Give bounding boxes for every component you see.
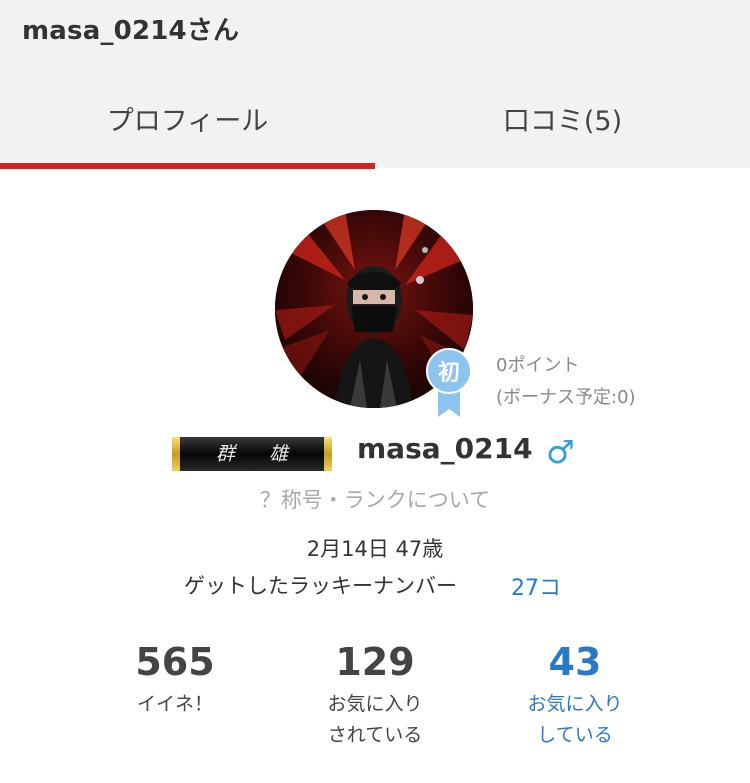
lucky-number-count[interactable]: 27コ <box>511 570 561 602</box>
favorites-label[interactable]: お気に入り している <box>500 689 650 751</box>
male-icon: ♂ <box>546 433 575 471</box>
lucky-number-label: ゲットしたラッキーナンバー <box>184 574 457 598</box>
favorited-by-label: お気に入り されている <box>300 689 450 751</box>
beginner-badge: 初 <box>424 347 474 419</box>
username: masa_0214 <box>357 432 533 465</box>
favorited-by-label-line1: お気に入り <box>327 693 423 715</box>
tab-reviews[interactable]: 口コミ(5) <box>375 68 750 168</box>
favorited-by-count: 129 <box>335 640 415 684</box>
tab-profile[interactable]: プロフィール <box>0 68 375 168</box>
points-bonus: (ボーナス予定:0) <box>496 387 636 408</box>
likes-label: イイネ！ <box>100 689 250 720</box>
favorites-label-line1: お気に入り <box>527 693 623 715</box>
likes-label-text: イイネ！ <box>136 693 213 715</box>
favorites-count[interactable]: 43 <box>500 640 650 684</box>
page-title: masa_0214さん <box>22 16 240 46</box>
badge-label: 初 <box>437 361 460 386</box>
points-value: 0ポイント <box>496 355 580 376</box>
rank-title: 群 雄 <box>215 443 303 465</box>
favorites-label-line2: している <box>537 724 613 746</box>
favorited-by-label-line2: されている <box>327 724 423 746</box>
birthday-age: 2月14日 47歳 <box>306 537 444 561</box>
likes-count: 565 <box>135 640 215 684</box>
rank-help-link[interactable]: ？称号・ランクについて <box>0 484 750 514</box>
points-info: 0ポイント (ボーナス予定:0) <box>496 350 636 414</box>
active-tab-indicator <box>0 163 375 169</box>
